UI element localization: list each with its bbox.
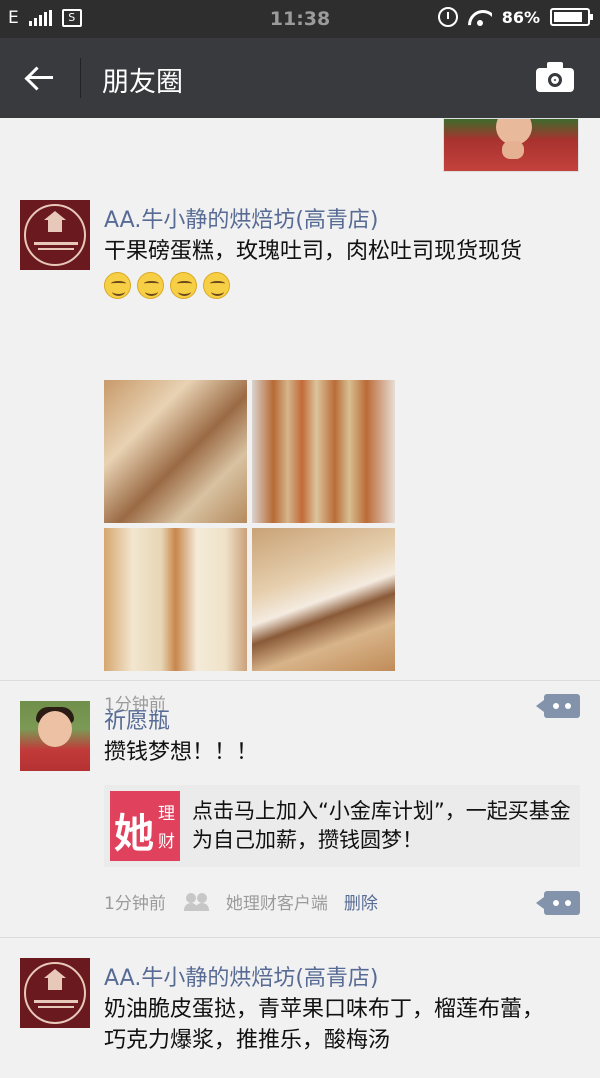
avatar[interactable] (20, 200, 90, 270)
battery-icon (550, 8, 593, 26)
link-text: 点击马上加入“小金库计划”，一起买基金为自己加薪，攒钱圆梦！ (192, 799, 571, 852)
smile-emoji-icon (104, 271, 131, 299)
post-photo[interactable] (104, 380, 247, 523)
poster-name[interactable]: AA.牛小静的烘焙坊(高青店) (104, 202, 379, 234)
poster-name[interactable]: AA.牛小静的烘焙坊(高青店) (104, 960, 379, 992)
photo-grid (104, 380, 396, 671)
moment-post: 祈愿瓶 攒钱梦想！！！ 她 理 财 点击马上加入“小金库计划”，一起买基金为自己… (0, 681, 600, 938)
post-text: 干果磅蛋糕，玫瑰吐司，肉松吐司现货现货 (104, 236, 584, 300)
post-photo[interactable] (252, 528, 395, 671)
post-time: 1分钟前 (104, 894, 166, 914)
previous-post-photo[interactable] (443, 118, 579, 172)
avatar[interactable] (20, 958, 90, 1028)
poster-name[interactable]: 祈愿瓶 (104, 703, 170, 735)
previous-post-partial (0, 118, 600, 178)
wifi-icon (468, 8, 492, 26)
comment-button[interactable] (536, 891, 580, 915)
smile-emoji-icon (170, 271, 197, 299)
emoji-row (104, 269, 584, 300)
alarm-icon (437, 7, 458, 27)
post-photo[interactable] (104, 528, 247, 671)
avatar[interactable] (20, 701, 90, 771)
post-source[interactable]: 她理财客户端 (226, 889, 328, 914)
battery-percent: 86% (501, 7, 540, 27)
link-card[interactable]: 她 理 财 点击马上加入“小金库计划”，一起买基金为自己加薪，攒钱圆梦！ (104, 785, 580, 867)
post-text-line: 干果磅蛋糕，玫瑰吐司，肉松吐司现货现货 (104, 239, 523, 264)
back-arrow-icon[interactable] (22, 60, 58, 96)
nav-divider (80, 58, 81, 98)
status-right: 86% (437, 7, 593, 27)
post-text: 奶油脆皮蛋挞，青苹果口味布丁，榴莲布蕾，巧克力爆浆，推推乐，酸梅汤 (104, 997, 545, 1053)
moment-post: AA.牛小静的烘焙坊(高青店) 干果磅蛋糕，玫瑰吐司，肉松吐司现货现货 1分钟前 (0, 178, 600, 718)
camera-icon[interactable] (536, 62, 574, 92)
delete-link[interactable]: 删除 (344, 889, 378, 914)
status-bar: E S 11:38 86% (0, 0, 600, 38)
post-text: 攒钱梦想！！！ (104, 740, 259, 765)
post-photo[interactable] (252, 380, 395, 523)
moment-post: AA.牛小静的烘焙坊(高青店) 奶油脆皮蛋挞，青苹果口味布丁，榴莲布蕾，巧克力爆… (0, 938, 600, 1078)
post-meta: 1分钟前 她理财客户端 删除 (104, 889, 378, 914)
page-title: 朋友圈 (102, 67, 183, 98)
friends-visibility-icon (183, 892, 210, 911)
moments-feed: AA.牛小静的烘焙坊(高青店) 干果磅蛋糕，玫瑰吐司，肉松吐司现货现货 1分钟前… (0, 118, 600, 1078)
nav-bar: 朋友圈 (0, 38, 600, 118)
smile-emoji-icon (203, 271, 230, 299)
app-logo: 她 理 财 (110, 791, 180, 861)
smile-emoji-icon (137, 271, 164, 299)
